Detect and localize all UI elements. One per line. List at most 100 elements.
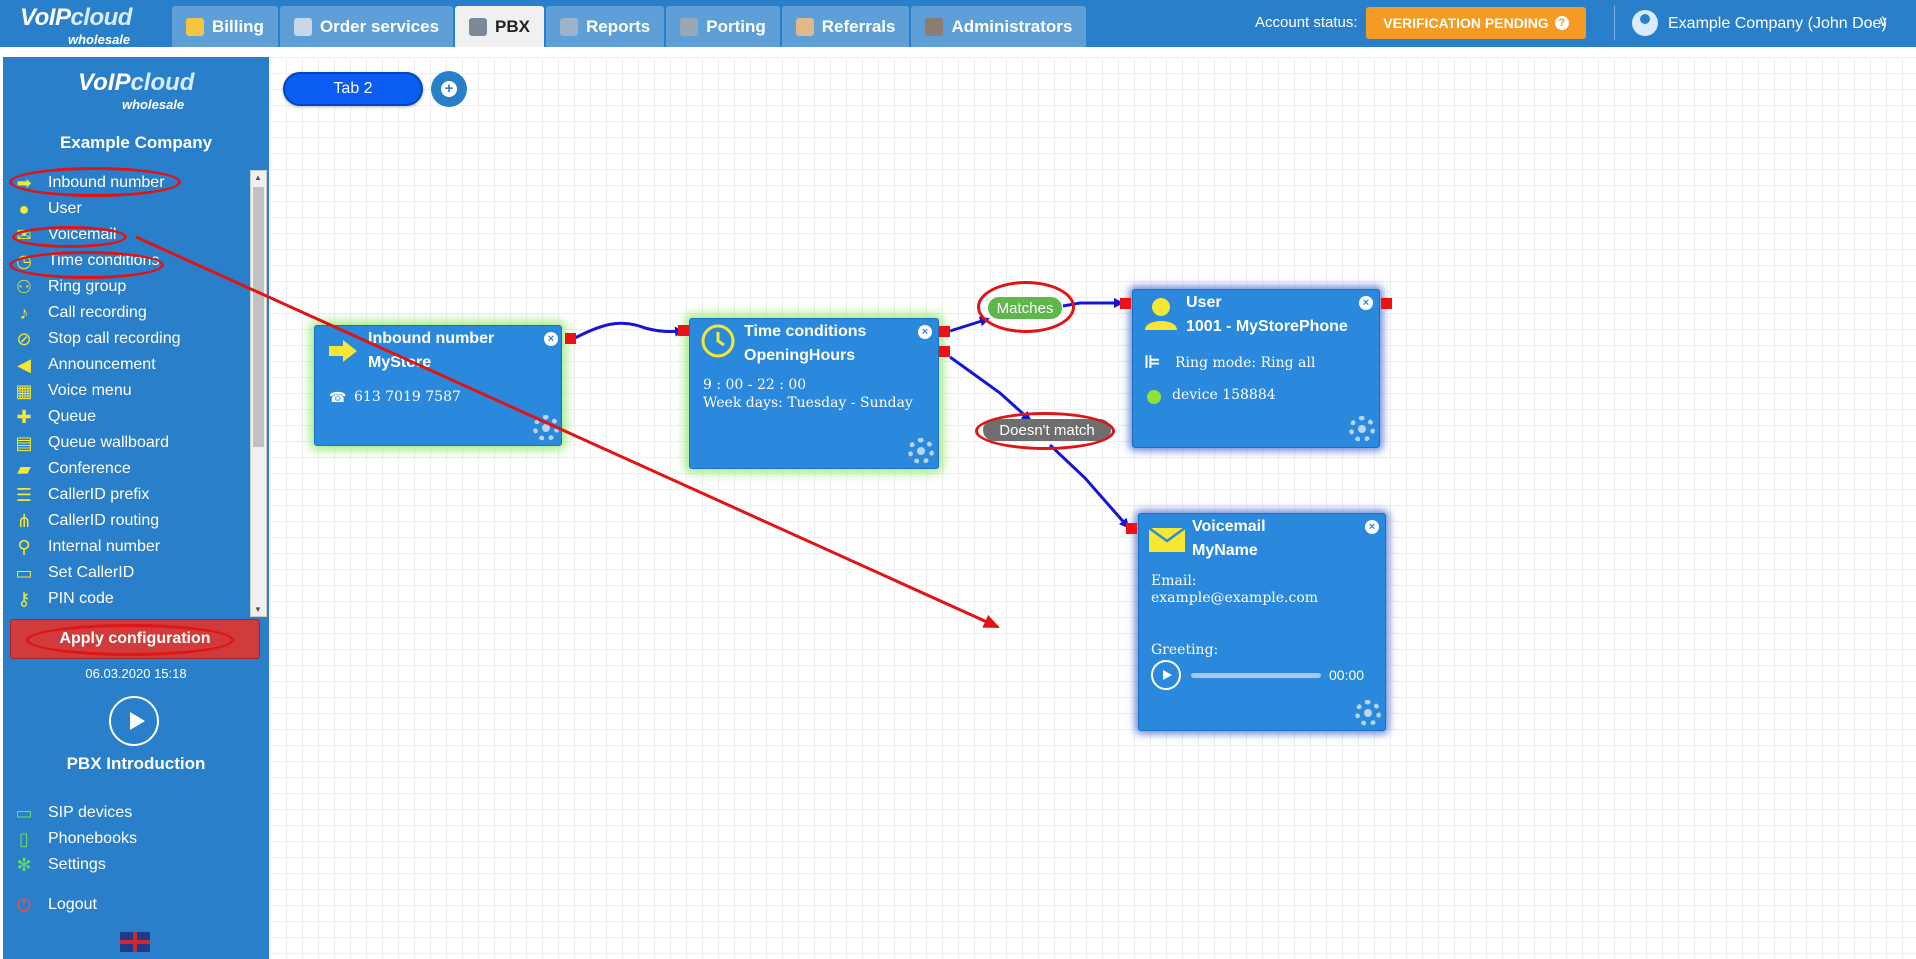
sidebar-logo-sub: wholesale xyxy=(122,97,185,112)
uk-flag-icon[interactable] xyxy=(120,932,150,952)
node-time-conditions[interactable]: Time conditions OpeningHours 9 : 00 - 22… xyxy=(689,318,939,469)
add-tab-button[interactable]: + xyxy=(431,71,467,107)
key-icon: ⚷ xyxy=(17,588,31,609)
map-pin-icon: ⚲ xyxy=(17,536,31,557)
scrollbar-thumb[interactable] xyxy=(253,187,264,447)
node-user[interactable]: User 1001 - MyStorePhone ⊫ Ring mode: Ri… xyxy=(1132,289,1380,448)
sidebar-item-callerid-prefix[interactable]: ☰ CallerID prefix xyxy=(3,482,251,508)
node-input-port[interactable] xyxy=(678,325,689,336)
sidebar-logo-name: VoIPcloud xyxy=(78,69,195,96)
user-icon xyxy=(1143,296,1179,330)
sidebar-item-internal-number[interactable]: ⚲ Internal number xyxy=(3,534,251,560)
week-days: Week days: Tuesday - Sunday xyxy=(703,395,913,411)
node-input-port[interactable] xyxy=(1120,298,1131,309)
pbx-introduction-link[interactable]: PBX Introduction xyxy=(3,754,269,774)
book-icon: ▯ xyxy=(19,828,29,849)
node-output-port[interactable] xyxy=(1381,298,1392,309)
microphone-off-icon: ⊘ xyxy=(16,328,32,349)
close-icon[interactable]: × xyxy=(1359,296,1373,310)
gear-icon[interactable] xyxy=(908,438,934,464)
matches-output-port[interactable] xyxy=(939,326,950,337)
email-label: Email: xyxy=(1151,573,1197,589)
sidebar-item-announcement[interactable]: ◀ Announcement xyxy=(3,352,251,378)
cart-icon xyxy=(293,17,312,36)
tab-order-services[interactable]: Order services xyxy=(279,6,454,47)
clock-icon xyxy=(700,323,736,359)
sidebar-item-queue-wallboard[interactable]: ▤ Queue wallboard xyxy=(3,430,251,456)
user-icon: ● xyxy=(18,198,30,219)
user-menu-name[interactable]: Example Company (John Doe) xyxy=(1668,15,1887,33)
node-inbound-number[interactable]: Inbound number MyStore ☎ 613 7019 7587 × xyxy=(314,325,562,446)
scroll-up-icon[interactable]: ▲ xyxy=(254,173,262,182)
play-icon[interactable] xyxy=(109,696,159,746)
microphone-icon: ♪ xyxy=(19,302,29,323)
node-title: Time conditions xyxy=(744,323,867,340)
help-icon: ? xyxy=(1554,16,1569,30)
sidebar-item-ring-group[interactable]: ⚇ Ring group xyxy=(3,274,251,300)
brand-logo[interactable]: VoIPcloud wholesale xyxy=(20,4,150,47)
node-name: OpeningHours xyxy=(744,347,856,364)
tab-reports[interactable]: Reports xyxy=(546,6,665,47)
time-range: 9 : 00 - 22 : 00 xyxy=(703,377,807,393)
sidebar-item-pin-code[interactable]: ⚷ PIN code xyxy=(3,586,251,612)
gear-icon[interactable] xyxy=(1349,416,1375,442)
audio-progress-bar[interactable] xyxy=(1191,673,1321,678)
divider xyxy=(1614,6,1615,40)
audio-play-button[interactable] xyxy=(1151,660,1181,690)
chevron-down-icon[interactable]: ∨ xyxy=(1878,13,1888,30)
ring-mode-icon: ⊫ xyxy=(1144,352,1161,372)
logout-link[interactable]: ⏻ Logout xyxy=(3,892,269,918)
close-icon[interactable]: × xyxy=(544,332,558,346)
close-icon[interactable]: × xyxy=(918,325,932,339)
device-label: device 158884 xyxy=(1172,387,1276,403)
ring-mode: Ring mode: Ring all xyxy=(1175,355,1316,371)
sidebar-item-voice-menu[interactable]: ▦ Voice menu xyxy=(3,378,251,404)
node-voicemail[interactable]: Voicemail MyName Email: example@example.… xyxy=(1138,513,1386,731)
sidebar-item-user[interactable]: ● User xyxy=(3,196,251,222)
sidebar-item-settings[interactable]: ✻ Settings xyxy=(3,852,269,878)
sidebar-item-stop-call-recording[interactable]: ⊘ Stop call recording xyxy=(3,326,251,352)
sidebar-item-callerid-routing[interactable]: ⋔ CallerID routing xyxy=(3,508,251,534)
canvas-tab[interactable]: Tab 2 xyxy=(283,72,423,106)
annotation-circle-voicemail xyxy=(12,226,127,248)
sidebar-logo: VoIPcloud wholesale xyxy=(78,69,198,113)
inbound-phone-number: 613 7019 7587 xyxy=(354,389,461,405)
close-icon[interactable]: × xyxy=(1365,520,1379,534)
tab-referrals[interactable]: Referrals xyxy=(781,6,910,47)
table-icon: ▤ xyxy=(15,432,33,453)
annotation-circle-time-conditions xyxy=(9,251,164,279)
node-input-port[interactable] xyxy=(1126,523,1137,534)
node-output-port[interactable] xyxy=(565,333,576,344)
sidebar-item-set-callerid[interactable]: ▭ Set CallerID xyxy=(3,560,251,586)
audio-time: 00:00 xyxy=(1329,667,1365,683)
tab-pbx[interactable]: PBX xyxy=(455,6,545,47)
gear-icon[interactable] xyxy=(533,415,559,441)
sidebar-item-queue[interactable]: ✚ Queue xyxy=(3,404,251,430)
device-online-icon xyxy=(1147,390,1161,404)
greeting-label: Greeting: xyxy=(1151,642,1219,658)
scroll-down-icon[interactable]: ▼ xyxy=(254,605,262,614)
list-icon: ☰ xyxy=(15,484,33,505)
tab-porting[interactable]: Porting xyxy=(666,6,780,47)
email-value: example@example.com xyxy=(1151,590,1319,606)
pbx-canvas[interactable] xyxy=(270,57,1916,959)
tab-billing[interactable]: Billing xyxy=(172,6,278,47)
node-title: Voicemail xyxy=(1192,518,1266,535)
sidebar-item-sip-devices[interactable]: ▭ SIP devices xyxy=(3,800,269,826)
porting-icon xyxy=(680,17,699,36)
main-tabs: Billing Order services PBX Reports Porti… xyxy=(172,6,1088,47)
verification-pending-button[interactable]: VERIFICATION PENDING? xyxy=(1366,7,1586,39)
sidebar-scrollbar[interactable]: ▲ ▼ xyxy=(250,170,267,617)
user-plus-icon: ✚ xyxy=(16,406,32,427)
logout-section: ⏻ Logout xyxy=(3,892,269,918)
sidebar-item-phonebooks[interactable]: ▯ Phonebooks xyxy=(3,826,269,852)
avatar[interactable] xyxy=(1632,10,1658,36)
chat-icon: ▰ xyxy=(17,458,31,479)
monitor-icon: ▭ xyxy=(15,802,33,823)
tab-administrators[interactable]: Administrators xyxy=(911,6,1087,47)
power-icon: ⏻ xyxy=(16,894,32,915)
gear-icon[interactable] xyxy=(1355,700,1381,726)
sidebar-item-call-recording[interactable]: ♪ Call recording xyxy=(3,300,251,326)
no-match-output-port[interactable] xyxy=(939,346,950,357)
sidebar-item-conference[interactable]: ▰ Conference xyxy=(3,456,251,482)
